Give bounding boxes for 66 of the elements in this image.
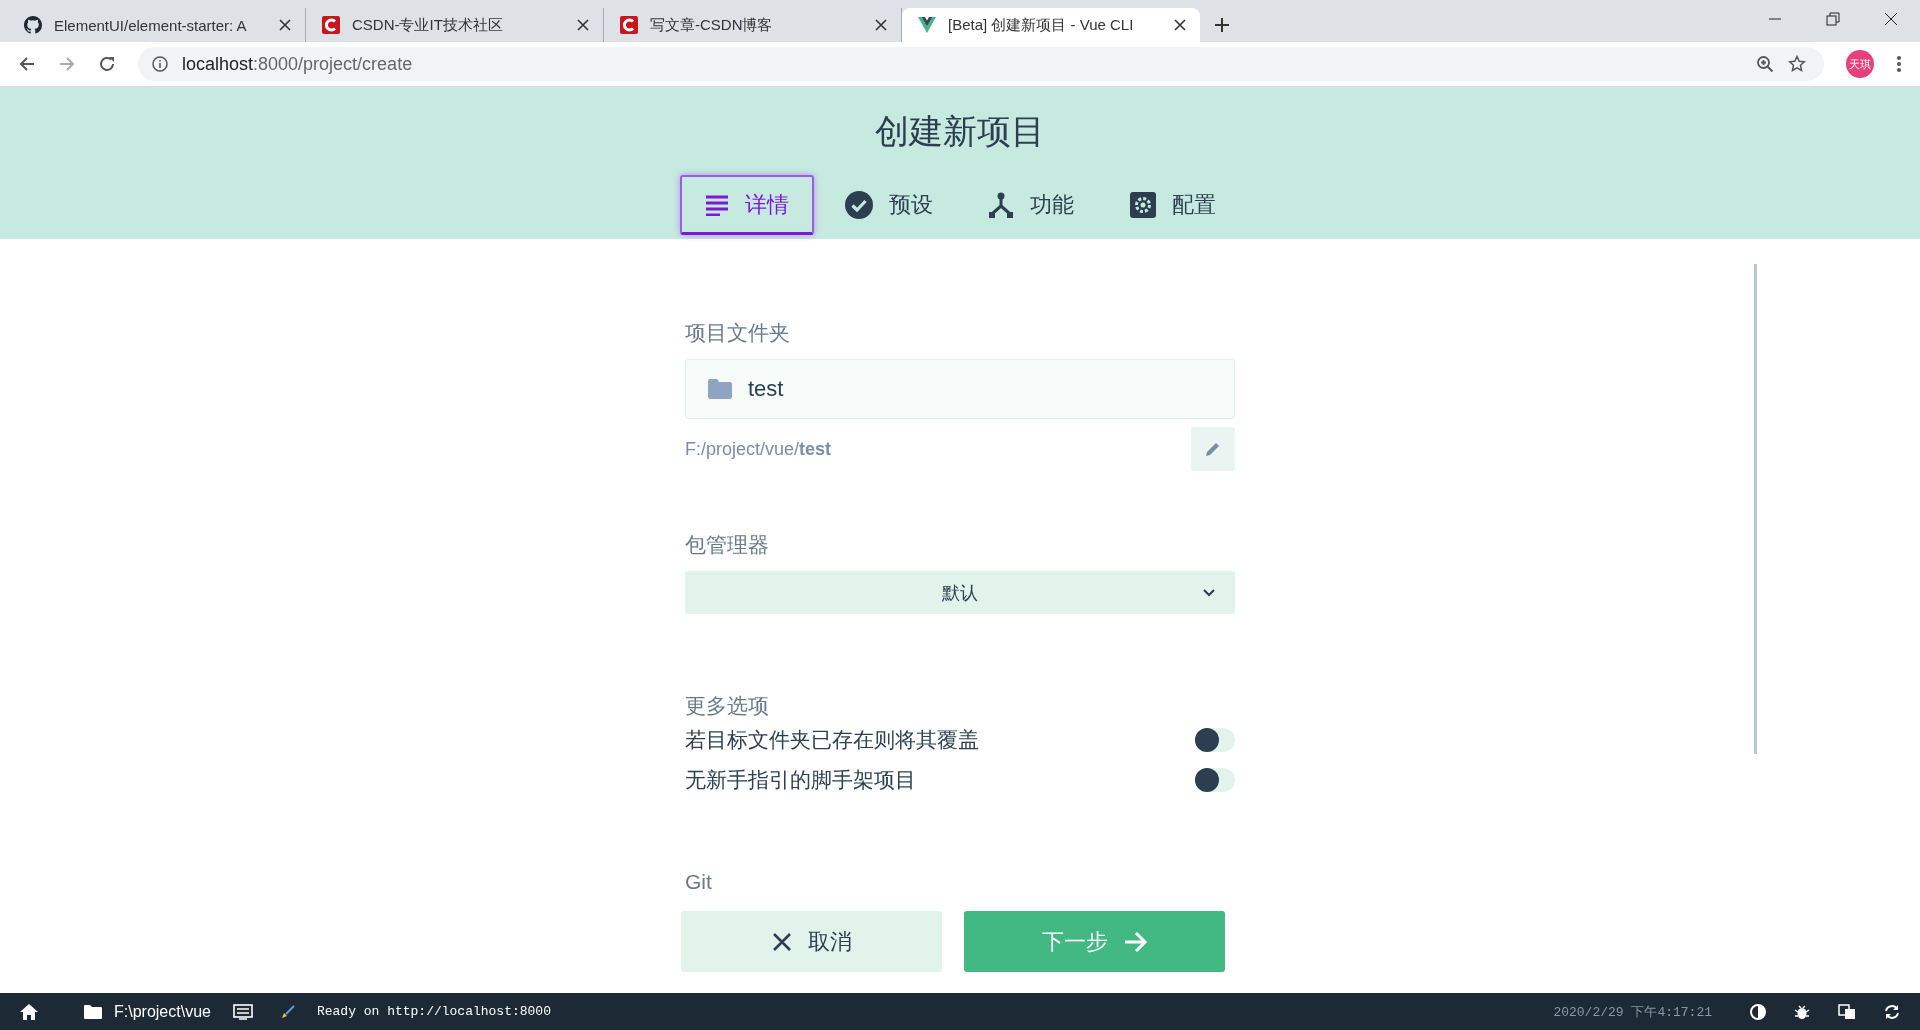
- restore-icon[interactable]: [1826, 12, 1840, 26]
- menu-icon[interactable]: [1896, 55, 1902, 73]
- close-icon[interactable]: [1884, 12, 1898, 26]
- folder-icon: [708, 379, 732, 399]
- package-manager-select[interactable]: 默认: [685, 571, 1235, 614]
- c-logo-icon: [322, 16, 340, 34]
- tab-title: ElementUI/element-starter: A: [54, 16, 248, 34]
- toggle-switch[interactable]: [1195, 768, 1235, 792]
- edit-button[interactable]: [1191, 427, 1235, 471]
- refresh-icon[interactable]: [1884, 1003, 1900, 1020]
- step-tab[interactable]: 配置: [1106, 175, 1240, 235]
- new-tab-icon[interactable]: [1214, 17, 1230, 33]
- settings-icon: [1130, 192, 1156, 218]
- translate-icon[interactable]: [1838, 1003, 1856, 1020]
- section-label: 项目文件夹: [685, 320, 791, 346]
- section-label: Git: [685, 870, 713, 894]
- info-icon: [152, 56, 168, 72]
- bug-icon[interactable]: [1794, 1003, 1810, 1020]
- section-label: 包管理器: [685, 532, 770, 558]
- page-title: 创建新项目: [875, 111, 1045, 152]
- current-folder[interactable]: F:\project\vue: [114, 1002, 211, 1021]
- tab-title: 写文章-CSDN博客: [650, 15, 774, 35]
- v-logo-icon: [918, 17, 936, 33]
- chevron-down-icon: [1203, 588, 1215, 597]
- step-tab[interactable]: 详情: [680, 175, 814, 235]
- browser-tab[interactable]: [Beta] 创建新项目 - Vue CLI: [902, 8, 1200, 42]
- pencil-icon: [1205, 441, 1221, 457]
- browser-tab[interactable]: CSDN-专业IT技术社区: [306, 8, 604, 42]
- reload-icon[interactable]: [98, 55, 116, 73]
- option-label: 无新手指引的脚手架项目: [685, 767, 916, 793]
- github-icon: [24, 16, 42, 34]
- tab-title: CSDN-专业IT技术社区: [352, 15, 504, 35]
- fork-icon: [988, 192, 1014, 218]
- address-bar[interactable]: localhost:8000/project/create: [138, 47, 1824, 81]
- toggle-switch[interactable]: [1195, 728, 1235, 752]
- section-label: 更多选项: [685, 693, 770, 719]
- home-icon[interactable]: [20, 1003, 38, 1020]
- folder-input[interactable]: test: [685, 359, 1235, 419]
- scrollbar[interactable]: [1754, 264, 1757, 754]
- tab-title: [Beta] 创建新项目 - Vue CLI: [948, 15, 1135, 35]
- close-icon: [771, 931, 792, 952]
- check-circle-icon: [845, 191, 873, 219]
- folder-path: F:/project/vue/test: [685, 438, 832, 460]
- close-icon[interactable]: [1174, 19, 1186, 31]
- close-icon[interactable]: [577, 19, 589, 31]
- step-tab[interactable]: 预设: [822, 175, 956, 235]
- browser-tab[interactable]: 写文章-CSDN博客: [604, 8, 902, 42]
- step-tab[interactable]: 功能: [964, 175, 1098, 235]
- console-icon[interactable]: [232, 1003, 253, 1020]
- arrow-right-icon: [1123, 930, 1148, 953]
- contrast-icon[interactable]: [1750, 1003, 1766, 1020]
- close-icon[interactable]: [875, 19, 887, 31]
- star-icon[interactable]: [1788, 55, 1806, 73]
- close-icon[interactable]: [279, 19, 291, 31]
- browser-tab[interactable]: ElementUI/element-starter: A: [8, 8, 306, 42]
- log-message: Ready on http://localhost:8000: [316, 1004, 551, 1019]
- cancel-button[interactable]: 取消: [681, 911, 942, 972]
- back-icon[interactable]: [18, 55, 36, 73]
- date-time: 2020/2/29 下午4:17:21: [1553, 1003, 1712, 1021]
- profile-avatar[interactable]: 天琪: [1846, 50, 1874, 78]
- brush-icon: [280, 1004, 295, 1019]
- zoom-icon[interactable]: [1756, 55, 1774, 73]
- option-label: 若目标文件夹已存在则将其覆盖: [685, 727, 979, 753]
- list-icon: [705, 193, 729, 216]
- folder-icon: [84, 1004, 102, 1019]
- c-logo-icon: [620, 16, 638, 34]
